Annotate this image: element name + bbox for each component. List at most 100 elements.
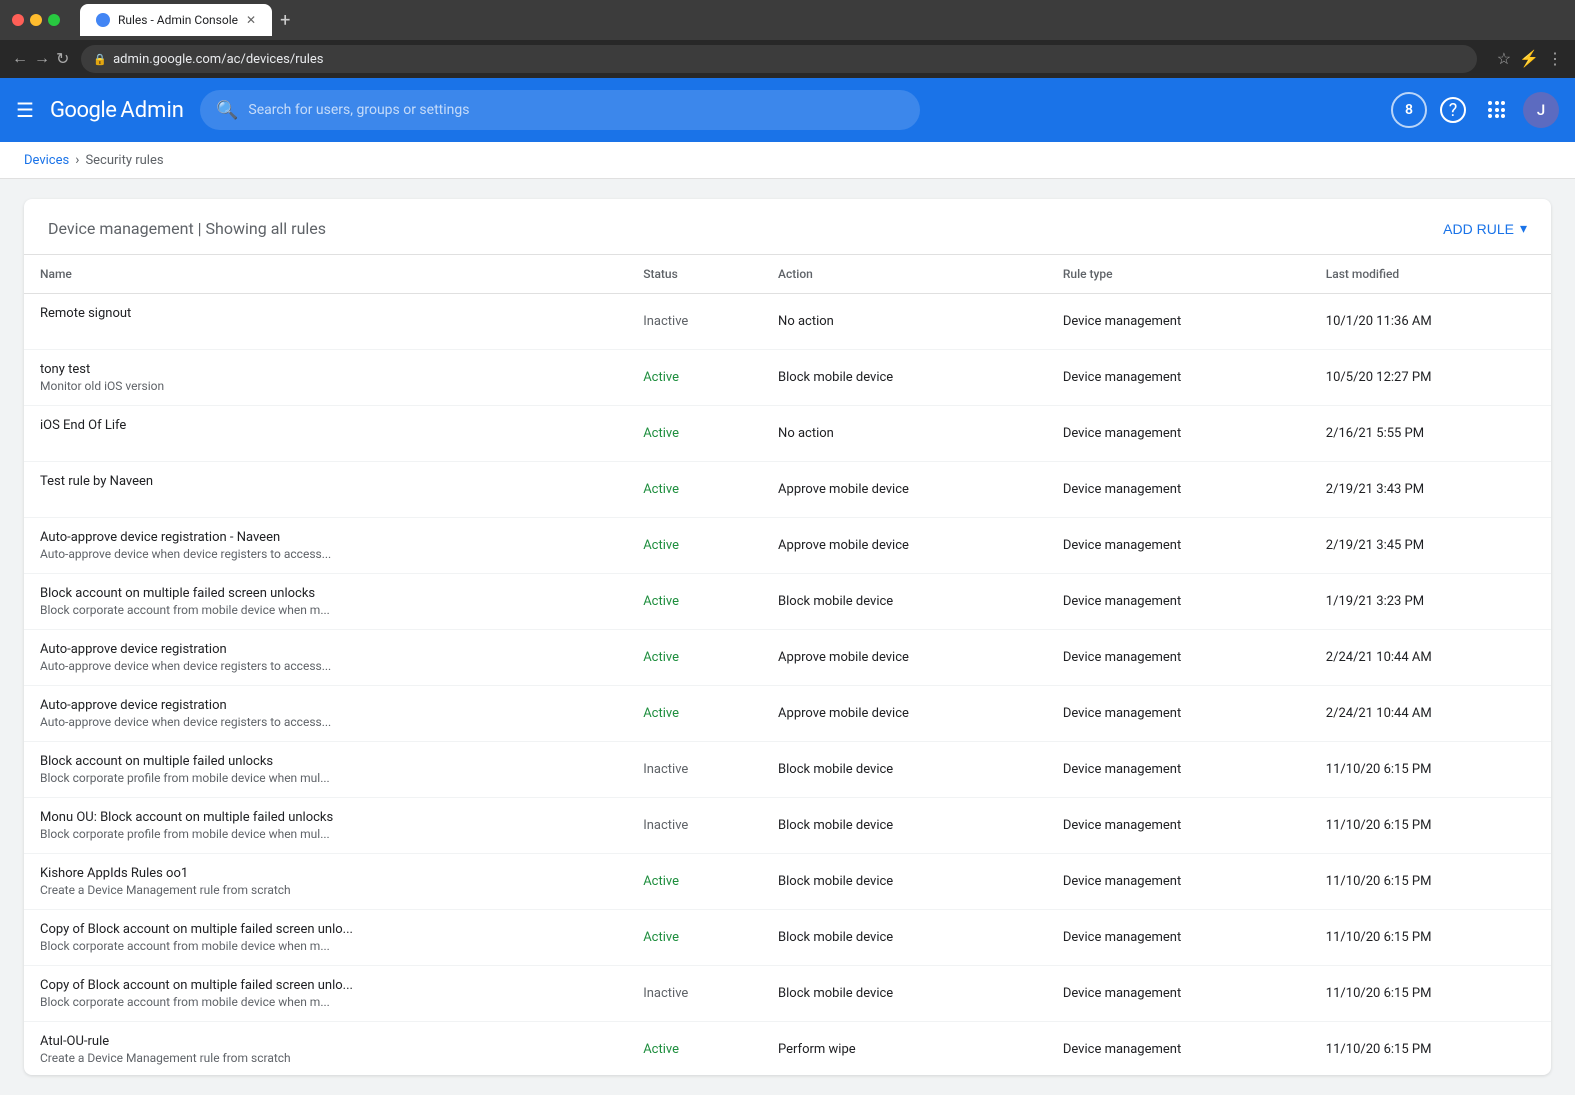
cell-status: Active [627,574,762,630]
cell-action: Approve mobile device [762,518,1047,574]
table-row[interactable]: iOS End Of Life Active No action Device … [24,406,1551,462]
cell-name: iOS End Of Life [24,406,627,462]
cell-action: Block mobile device [762,798,1047,854]
cell-status: Active [627,1022,762,1076]
cell-action: Approve mobile device [762,686,1047,742]
rule-desc: Auto-approve device when device register… [40,715,611,729]
table-row[interactable]: Atul-OU-rule Create a Device Management … [24,1022,1551,1076]
table-row[interactable]: Block account on multiple failed screen … [24,574,1551,630]
status-badge: Active [643,930,679,945]
rule-desc: Block corporate account from mobile devi… [40,603,611,617]
cell-status: Active [627,686,762,742]
browser-chrome: Rules - Admin Console ✕ + [0,0,1575,40]
cell-name: Auto-approve device registration Auto-ap… [24,630,627,686]
help-button[interactable]: ? [1435,92,1471,128]
grid-icon [1488,101,1506,119]
add-rule-button[interactable]: ADD RULE ▾ [1443,220,1527,237]
main-content: Device management | Showing all rules AD… [0,179,1575,1095]
apps-grid-button[interactable] [1479,92,1515,128]
cell-last-modified: 11/10/20 6:15 PM [1310,966,1551,1022]
menu-button[interactable]: ⋮ [1547,49,1563,69]
table-row[interactable]: Copy of Block account on multiple failed… [24,910,1551,966]
refresh-button[interactable]: ↻ [56,49,69,69]
forward-button[interactable]: → [34,50,50,68]
maximize-window-button[interactable] [48,14,60,26]
url-bar[interactable]: 🔒 admin.google.com/ac/devices/rules [81,45,1476,73]
status-badge: Active [643,482,679,497]
cell-last-modified: 11/10/20 6:15 PM [1310,798,1551,854]
extensions-button[interactable]: ⚡ [1519,49,1539,69]
table-row[interactable]: Auto-approve device registration Auto-ap… [24,686,1551,742]
rules-table-wrapper[interactable]: Name Status Action Rule type Last modifi… [24,255,1551,1075]
table-row[interactable]: Test rule by Naveen Active Approve mobil… [24,462,1551,518]
help-icon: ? [1440,97,1466,123]
cell-action: Block mobile device [762,574,1047,630]
status-badge: Active [643,538,679,553]
table-row[interactable]: Monu OU: Block account on multiple faile… [24,798,1551,854]
table-row[interactable]: Auto-approve device registration - Navee… [24,518,1551,574]
rule-desc: Block corporate profile from mobile devi… [40,771,611,785]
close-window-button[interactable] [12,14,24,26]
cell-name: Auto-approve device registration - Navee… [24,518,627,574]
status-badge: Inactive [643,818,688,833]
support-number-button[interactable]: 8 [1391,92,1427,128]
table-row[interactable]: Remote signout Inactive No action Device… [24,294,1551,350]
minimize-window-button[interactable] [30,14,42,26]
cell-name: Block account on multiple failed unlocks… [24,742,627,798]
rule-name: Copy of Block account on multiple failed… [40,978,611,993]
rule-desc: Auto-approve device when device register… [40,659,611,673]
status-badge: Active [643,650,679,665]
status-badge: Inactive [643,762,688,777]
cell-status: Active [627,462,762,518]
card-header: Device management | Showing all rules AD… [24,199,1551,255]
cell-action: No action [762,294,1047,350]
add-rule-label: ADD RULE [1443,221,1514,237]
column-header-status: Status [627,255,762,294]
cell-action: Block mobile device [762,910,1047,966]
cell-rule-type: Device management [1047,686,1310,742]
bookmark-button[interactable]: ☆ [1497,49,1511,69]
cell-action: Block mobile device [762,742,1047,798]
url-text: admin.google.com/ac/devices/rules [113,52,323,67]
cell-name: Block account on multiple failed screen … [24,574,627,630]
cell-name: Atul-OU-rule Create a Device Management … [24,1022,627,1076]
google-text: Google [50,98,116,123]
table-row[interactable]: tony test Monitor old iOS version Active… [24,350,1551,406]
nav-buttons: ← → ↻ [12,49,69,69]
table-row[interactable]: Kishore AppIds Rules oo1 Create a Device… [24,854,1551,910]
rules-table: Name Status Action Rule type Last modifi… [24,255,1551,1075]
rule-desc: Auto-approve device when device register… [40,547,611,561]
table-row[interactable]: Copy of Block account on multiple failed… [24,966,1551,1022]
cell-last-modified: 10/1/20 11:36 AM [1310,294,1551,350]
column-header-last-modified: Last modified [1310,255,1551,294]
cell-rule-type: Device management [1047,910,1310,966]
cell-status: Active [627,406,762,462]
card-title-area: Device management | Showing all rules [48,219,326,238]
cell-name: Kishore AppIds Rules oo1 Create a Device… [24,854,627,910]
back-button[interactable]: ← [12,50,28,68]
active-tab[interactable]: Rules - Admin Console ✕ [80,4,272,36]
rule-name: tony test [40,362,611,377]
rule-name: Kishore AppIds Rules oo1 [40,866,611,881]
search-bar[interactable]: 🔍 Search for users, groups or settings [200,90,920,130]
cell-last-modified: 2/24/21 10:44 AM [1310,686,1551,742]
tab-close-button[interactable]: ✕ [246,13,256,27]
new-tab-button[interactable]: + [280,10,290,31]
user-avatar-button[interactable]: J [1523,92,1559,128]
cell-action: Block mobile device [762,350,1047,406]
hamburger-menu-button[interactable]: ☰ [16,98,34,122]
cell-last-modified: 11/10/20 6:15 PM [1310,910,1551,966]
cell-last-modified: 2/19/21 3:45 PM [1310,518,1551,574]
card-title: Device management | Showing all rules [48,219,326,238]
cell-status: Active [627,350,762,406]
table-body: Remote signout Inactive No action Device… [24,294,1551,1076]
avatar-label: J [1537,101,1545,119]
cell-name: Copy of Block account on multiple failed… [24,966,627,1022]
browser-actions: ☆ ⚡ ⋮ [1497,49,1563,69]
rule-desc: Create a Device Management rule from scr… [40,883,611,897]
breadcrumb-devices-link[interactable]: Devices [24,153,69,168]
rule-name: Auto-approve device registration [40,642,611,657]
search-icon: 🔍 [216,100,238,121]
table-row[interactable]: Auto-approve device registration Auto-ap… [24,630,1551,686]
table-row[interactable]: Block account on multiple failed unlocks… [24,742,1551,798]
